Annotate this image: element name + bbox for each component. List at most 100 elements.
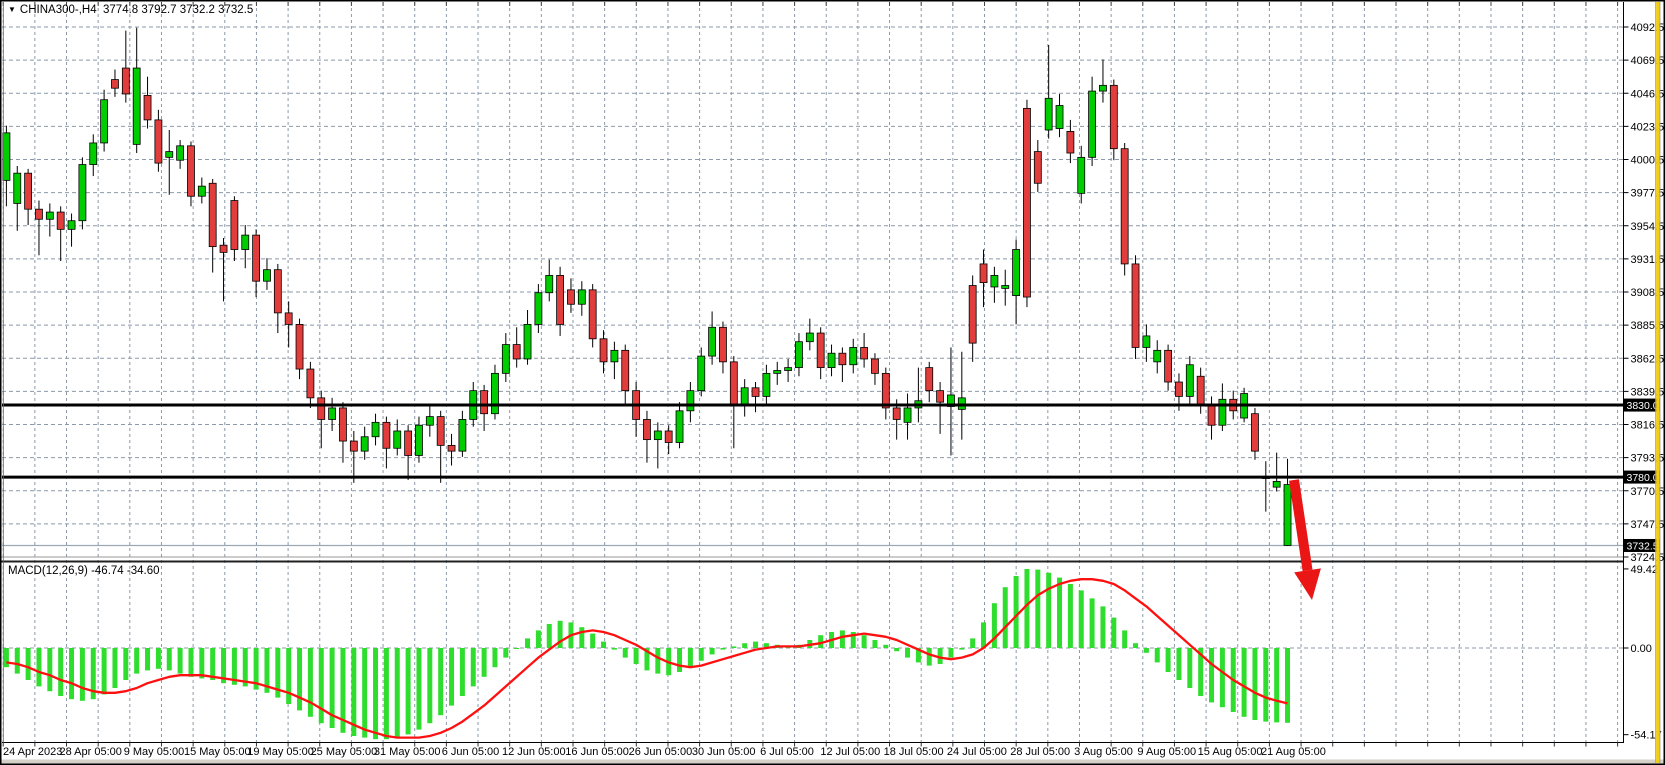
macd-bar — [102, 648, 107, 694]
macd-bar — [112, 648, 117, 688]
macd-axis-label: 49.42 — [1631, 564, 1659, 576]
macd-bar — [1274, 648, 1279, 722]
macd-bar — [981, 622, 986, 648]
macd-bar — [1263, 648, 1268, 722]
time-axis-label: 25 May 05:00 — [311, 746, 378, 758]
macd-bar — [492, 648, 497, 667]
time-axis-label: 15 May 05:00 — [184, 746, 251, 758]
macd-bar — [1209, 648, 1214, 702]
macd-bar — [286, 648, 291, 704]
macd-bar — [710, 648, 715, 654]
time-axis-label: 31 May 05:00 — [374, 746, 441, 758]
macd-bar — [1176, 648, 1181, 680]
chart-window: 4092.54069.54046.54023.54000.53977.53954… — [0, 0, 1665, 765]
macd-axis-label: 0.00 — [1631, 643, 1652, 655]
macd-bar — [449, 648, 454, 706]
macd-bar — [134, 648, 139, 674]
time-axis-label: 6 Jul 05:00 — [760, 746, 814, 758]
macd-bar — [1068, 584, 1073, 648]
macd-bar — [406, 648, 411, 734]
macd-bar — [416, 648, 421, 730]
time-axis-label: 28 Jul 05:00 — [1010, 746, 1070, 758]
svg-text:3732.5: 3732.5 — [1627, 540, 1659, 552]
macd-bar — [872, 640, 877, 648]
price-tag: 3780.0 — [1624, 471, 1660, 485]
macd-bar — [1187, 648, 1192, 688]
macd-bar — [612, 648, 617, 650]
macd-bar — [1035, 570, 1040, 648]
svg-text:3780.0: 3780.0 — [1627, 472, 1659, 484]
macd-bar — [297, 648, 302, 710]
macd-bar — [58, 648, 63, 696]
macd-bar — [36, 648, 41, 686]
macd-bar — [927, 648, 932, 666]
macd-bar — [69, 648, 74, 699]
chart-canvas[interactable]: 4092.54069.54046.54023.54000.53977.53954… — [0, 0, 1665, 765]
time-axis-label: 19 May 05:00 — [247, 746, 314, 758]
candle — [1132, 255, 1139, 359]
macd-bar — [362, 648, 367, 738]
macd-bar — [1285, 648, 1290, 723]
macd-bar — [395, 648, 400, 738]
macd-bar — [731, 646, 736, 648]
macd-bar — [894, 648, 899, 651]
macd-bar — [883, 645, 888, 648]
macd-bar — [514, 648, 519, 649]
macd-bar — [688, 648, 693, 667]
macd-bar — [525, 638, 530, 648]
chart-dropdown-icon[interactable]: ▼ — [8, 5, 16, 14]
price-tag: 3830.0 — [1624, 399, 1660, 413]
time-axis-label: 24 Apr 2023 — [3, 746, 62, 758]
candle — [1023, 100, 1030, 307]
macd-bar — [1003, 587, 1008, 648]
candle — [187, 141, 194, 206]
macd-bar — [26, 648, 31, 680]
macd-bar — [210, 648, 215, 680]
time-axis-label: 24 Jul 05:00 — [947, 746, 1007, 758]
macd-bar — [634, 648, 639, 664]
macd-bar — [1133, 643, 1138, 648]
macd-bar — [862, 635, 867, 648]
macd-bar — [601, 642, 606, 648]
time-axis-label: 16 Jun 05:00 — [565, 746, 629, 758]
time-axis-label: 6 Jun 05:00 — [442, 746, 500, 758]
macd-bar — [753, 642, 758, 648]
macd-bar — [178, 648, 183, 674]
macd-bar — [720, 648, 725, 650]
macd-bar — [47, 648, 52, 691]
macd-bar — [1046, 573, 1051, 648]
macd-bar — [308, 648, 313, 717]
macd-bar — [427, 648, 432, 723]
macd-bar — [188, 648, 193, 677]
candle — [1110, 80, 1117, 161]
macd-bar — [384, 648, 389, 739]
time-axis-label: 15 Aug 05:00 — [1198, 746, 1263, 758]
macd-bar — [1111, 618, 1116, 648]
symbol-ohlc-label: ▼CHINA300-,H4 3774.8 3792.7 3732.2 3732.… — [8, 4, 253, 16]
macd-bar — [623, 648, 628, 658]
macd-bar — [503, 648, 508, 658]
macd-bar — [373, 648, 378, 739]
macd-bar — [1090, 598, 1095, 648]
macd-bar — [460, 648, 465, 696]
macd-bar — [1100, 606, 1105, 648]
candle — [79, 157, 86, 229]
macd-bar — [80, 648, 85, 701]
macd-bar — [1079, 590, 1084, 648]
time-axis-label: 3 Aug 05:00 — [1074, 746, 1133, 758]
macd-bar — [156, 648, 161, 669]
time-axis-label: 9 Aug 05:00 — [1137, 746, 1196, 758]
macd-bar — [590, 634, 595, 648]
macd-bar — [199, 648, 204, 678]
macd-bar — [536, 630, 541, 648]
chart-background — [0, 0, 1665, 765]
macd-bar — [471, 648, 476, 686]
price-tag: 3732.5 — [1624, 539, 1660, 553]
svg-text:3830.0: 3830.0 — [1627, 400, 1659, 412]
macd-bar — [15, 648, 20, 674]
right-edge-strip — [1655, 2, 1660, 763]
macd-bar — [547, 624, 552, 648]
macd-bar — [1057, 578, 1062, 648]
macd-bar — [1122, 630, 1127, 648]
macd-bar — [167, 648, 172, 670]
